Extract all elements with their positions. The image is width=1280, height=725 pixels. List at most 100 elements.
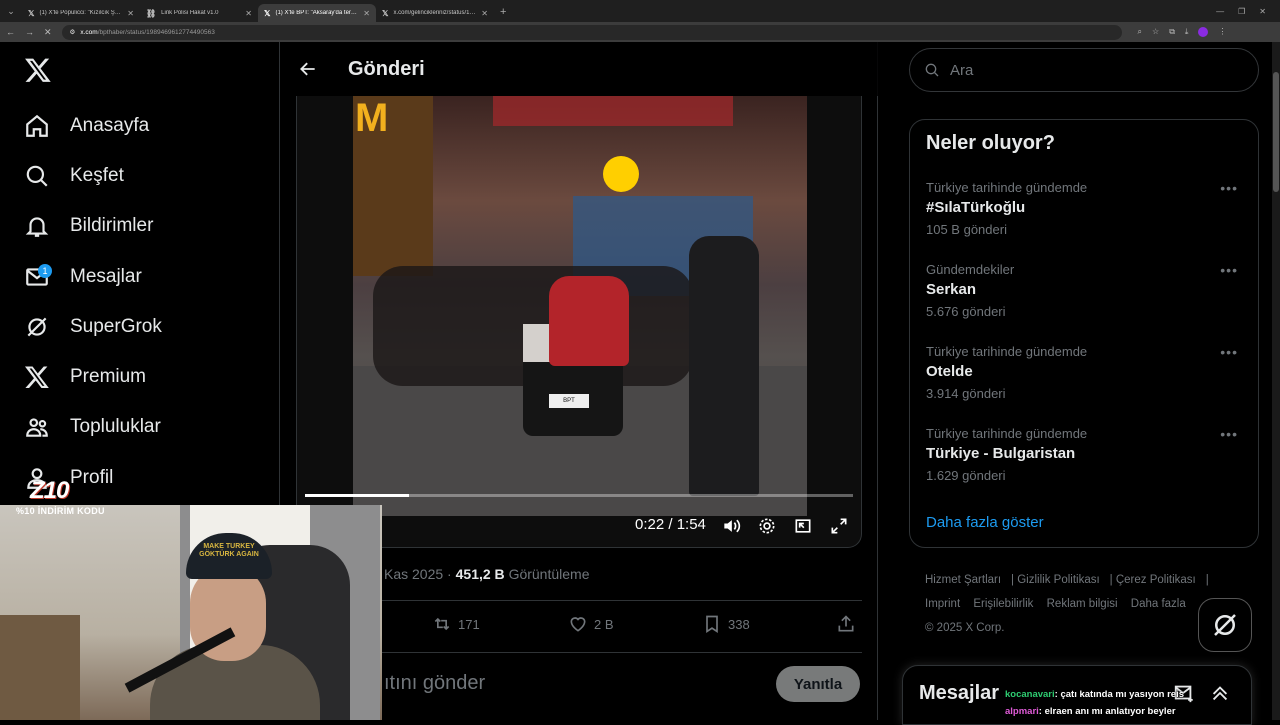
x-favicon-icon: 𝕏 <box>264 8 271 18</box>
url-input[interactable]: ⚙ x.com/bpthaber/status/1989469612774490… <box>61 24 1122 40</box>
volume-icon[interactable] <box>721 516 741 536</box>
footer-link-accessibility[interactable]: Erişilebilirlik <box>973 598 1033 610</box>
star-icon[interactable]: ☆ <box>1152 27 1159 37</box>
footer-link-more[interactable]: Daha fazla <box>1131 598 1186 610</box>
communities-icon <box>26 418 48 437</box>
zoom-icon[interactable]: ⌕ <box>1138 27 1142 37</box>
browser-tab-2[interactable]: ⛓ Link Polisi Hakat v1.0 ✕ <box>140 4 258 22</box>
discount-code-text: %10 İNDİRİM KODU <box>16 506 105 516</box>
fullscreen-icon[interactable] <box>829 516 849 536</box>
trend-item[interactable]: Türkiye tarihinde gündemde #SılaTürkoğlu… <box>926 180 1246 237</box>
address-bar: ← → ✕ ⚙ x.com/bpthaber/status/1989469612… <box>0 22 1280 42</box>
reply-input[interactable]: ıtını gönder <box>384 672 485 695</box>
like-button[interactable]: 2 B <box>568 614 614 634</box>
tab-search-icon[interactable]: ⌄ <box>0 0 22 22</box>
post-meta: Kas 2025 · 451,2 B Görüntüleme <box>384 566 590 582</box>
search-input[interactable]: Ara <box>909 48 1259 92</box>
nav-item-communities[interactable]: Topluluklar <box>24 410 161 444</box>
x-logo-icon <box>24 366 49 389</box>
bell-icon <box>25 217 49 237</box>
nav-item-premium[interactable]: Premium <box>24 360 146 394</box>
restore-icon[interactable]: ❐ <box>1238 7 1245 16</box>
webcam-shelf <box>0 615 80 720</box>
minimize-icon[interactable]: — <box>1216 7 1224 16</box>
page-title: Gönderi <box>348 57 425 80</box>
window-controls: — ❐ ✕ <box>1216 7 1280 16</box>
video-sign-logo: M <box>355 96 389 140</box>
browser-tab-3[interactable]: 𝕏 (1) X'te BPT: "Aksaray'da ters yö... ✕ <box>258 4 376 22</box>
share-button[interactable] <box>836 614 856 634</box>
footer-link-privacy[interactable]: Gizlilik Politikası <box>1017 574 1099 586</box>
more-options-icon[interactable]: ••• <box>1220 180 1238 196</box>
video-player[interactable]: M BPT 0:22 / 1:54 <box>296 96 862 548</box>
forward-icon[interactable]: → <box>25 27 34 37</box>
close-x-icon[interactable]: ✕ <box>44 27 52 38</box>
close-tab-icon[interactable]: ✕ <box>245 9 252 18</box>
trend-item[interactable]: Türkiye tarihinde gündemde Türkiye - Bul… <box>926 426 1246 483</box>
profile-avatar[interactable] <box>1198 27 1209 37</box>
link-favicon-icon: ⛓ <box>146 8 157 18</box>
settings-gear-icon[interactable] <box>757 516 777 536</box>
nav-item-explore[interactable]: Keşfet <box>24 159 124 193</box>
video-flags <box>493 96 733 126</box>
heart-icon <box>570 617 586 632</box>
close-tab-icon[interactable]: ✕ <box>363 9 370 18</box>
browser-tab-4[interactable]: 𝕏 x.com/gelincikleriniz/status/16... ✕ <box>376 4 494 22</box>
close-window-icon[interactable]: ✕ <box>1259 7 1266 16</box>
video-frame[interactable]: M BPT <box>353 96 807 516</box>
trends-panel: Neler oluyor? Türkiye tarihinde gündemde… <box>909 119 1259 548</box>
footer-copyright: © 2025 X Corp. <box>925 622 1005 634</box>
nav-item-notifications[interactable]: Bildirimler <box>24 209 153 243</box>
bookmark-icon <box>706 615 718 634</box>
video-watermark: BPT <box>549 394 589 408</box>
extensions-icon[interactable]: ⧉ <box>1169 27 1175 37</box>
footer-link-imprint[interactable]: Imprint <box>925 598 960 610</box>
back-icon[interactable]: ← <box>6 27 15 37</box>
trend-item[interactable]: Gündemdekiler Serkan 5.676 gönderi ••• <box>926 262 1246 319</box>
webcam-overlay: MAKE TURKEY GÖKTÜRK AGAIN <box>0 505 382 720</box>
more-options-icon[interactable]: ••• <box>1220 344 1238 360</box>
footer-link-terms[interactable]: Hizmet Şartları <box>925 574 1001 586</box>
nav-item-home[interactable]: Anasayfa <box>24 109 149 143</box>
messages-title: Mesajlar <box>919 682 1000 704</box>
chat-message: kocanavari: çatı katında mı yasıyon reis <box>1005 689 1185 700</box>
video-bystander <box>689 236 759 496</box>
download-icon[interactable]: ⤓ <box>1185 27 1189 37</box>
video-progress-bar[interactable] <box>305 494 853 497</box>
browser-toolbar: ⌕ ☆ ⧉ ⤓ ⋮ <box>1138 27 1226 37</box>
site-info-icon[interactable]: ⚙ <box>70 28 76 36</box>
scrollbar-thumb[interactable] <box>1273 72 1279 192</box>
post-header: Gönderi <box>280 42 878 96</box>
more-options-icon[interactable]: ••• <box>1220 262 1238 278</box>
picture-in-picture-icon[interactable] <box>793 516 813 536</box>
repost-icon <box>434 617 450 631</box>
nav-item-supergrok[interactable]: SuperGrok <box>24 310 162 344</box>
reply-button[interactable]: Yanıtla <box>776 666 860 702</box>
trend-item[interactable]: Türkiye tarihinde gündemde Otelde 3.914 … <box>926 344 1246 401</box>
share-icon <box>838 615 854 632</box>
grok-button[interactable] <box>1198 598 1252 652</box>
webcam-cap-text: MAKE TURKEY GÖKTÜRK AGAIN <box>199 543 259 558</box>
search-icon <box>925 63 939 77</box>
stream-chat-overlay: kocanavari: çatı katında mı yasıyon reis… <box>1005 686 1184 720</box>
more-options-icon[interactable]: ••• <box>1220 426 1238 442</box>
new-tab-button[interactable]: + <box>494 6 512 18</box>
close-tab-icon[interactable]: ✕ <box>481 9 488 18</box>
browser-tab-strip: ⌄ 𝕏 (1) X'te Populicci: "Kızılcık Şerbe.… <box>0 0 1280 22</box>
browser-tab-1[interactable]: 𝕏 (1) X'te Populicci: "Kızılcık Şerbe...… <box>22 4 140 22</box>
expand-up-icon[interactable] <box>1209 682 1231 704</box>
page-scrollbar[interactable] <box>1272 42 1280 720</box>
footer-link-cookies[interactable]: Çerez Politikası <box>1116 574 1196 586</box>
repost-button[interactable]: 171 <box>432 614 480 634</box>
show-more-link[interactable]: Daha fazla göster <box>926 514 1044 531</box>
menu-icon[interactable]: ⋮ <box>1218 27 1226 37</box>
x-favicon-icon: 𝕏 <box>28 8 35 18</box>
bookmark-button[interactable]: 338 <box>702 614 750 634</box>
sponsor-logo: Z10 <box>30 477 69 504</box>
x-logo-icon[interactable] <box>24 56 52 84</box>
video-yellow-logo <box>603 156 639 192</box>
back-arrow-icon[interactable] <box>298 59 318 79</box>
footer-link-ads[interactable]: Reklam bilgisi <box>1047 598 1118 610</box>
close-tab-icon[interactable]: ✕ <box>127 9 134 18</box>
nav-item-messages[interactable]: 1 Mesajlar <box>24 260 142 294</box>
